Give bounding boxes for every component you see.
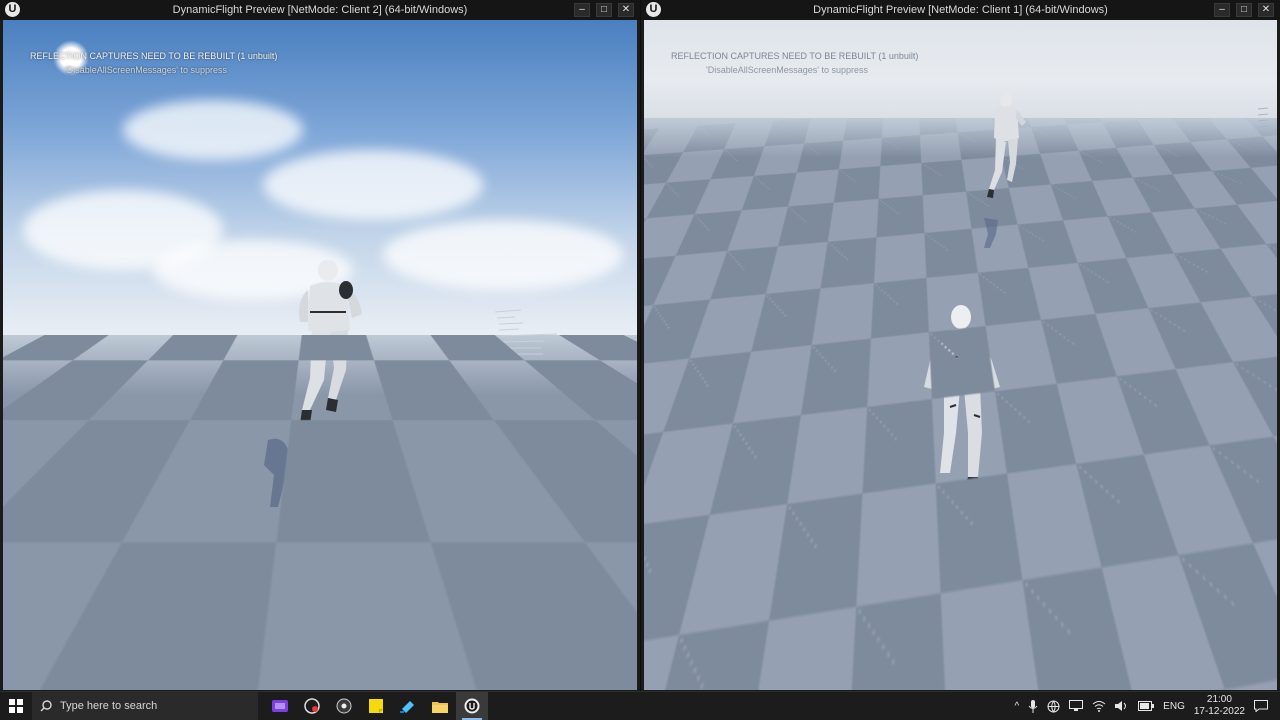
maximize-button[interactable]: □: [1236, 3, 1252, 17]
windows-taskbar: Type here to search ^ ENG 21:00 17-12-20…: [0, 691, 1280, 720]
warning-text: REFLECTION CAPTURES NEED TO BE REBUILT (…: [30, 49, 277, 63]
battery-icon[interactable]: [1138, 701, 1154, 711]
clock[interactable]: 21:00 17-12-2022: [1194, 694, 1245, 718]
sticky-notes-icon[interactable]: [360, 692, 392, 720]
game-viewport[interactable]: REFLECTION CAPTURES NEED TO BE REBUILT (…: [3, 20, 637, 690]
start-button[interactable]: [0, 692, 32, 720]
window-titlebar[interactable]: U DynamicFlight Preview [NetMode: Client…: [0, 0, 640, 20]
game-window-client-1[interactable]: U DynamicFlight Preview [NetMode: Client…: [641, 0, 1280, 692]
remote-character-shadow: [976, 216, 1006, 251]
maximize-button[interactable]: □: [596, 3, 612, 17]
notifications-icon[interactable]: [1254, 700, 1268, 712]
video-editor-icon[interactable]: [264, 692, 296, 720]
network-icon[interactable]: [1047, 700, 1060, 713]
clock-date: 17-12-2022: [1194, 706, 1245, 718]
media-player-icon[interactable]: [328, 692, 360, 720]
minimize-button[interactable]: –: [574, 3, 590, 17]
game-viewport[interactable]: REFLECTION CAPTURES NEED TO BE REBUILT (…: [644, 20, 1277, 690]
app-icon[interactable]: [392, 692, 424, 720]
chevron-up-icon[interactable]: ^: [1014, 701, 1019, 712]
warning-text: REFLECTION CAPTURES NEED TO BE REBUILT (…: [671, 49, 918, 63]
unreal-engine-taskbar-icon[interactable]: [456, 692, 488, 720]
volume-icon[interactable]: [1115, 700, 1129, 712]
reflection-warning: REFLECTION CAPTURES NEED TO BE REBUILT (…: [671, 49, 918, 77]
search-icon: [40, 700, 52, 712]
system-tray: ^ ENG 21:00 17-12-2022: [1014, 694, 1280, 718]
file-explorer-icon[interactable]: [424, 692, 456, 720]
display-icon[interactable]: [1069, 700, 1083, 712]
microphone-icon[interactable]: [1028, 700, 1038, 713]
close-button[interactable]: ✕: [618, 3, 634, 17]
warning-subtext: 'DisableAllScreenMessages' to suppress: [671, 63, 918, 77]
player-character: [288, 260, 368, 445]
floor-marker: [1256, 106, 1270, 132]
debug-text-overlay: [493, 308, 563, 358]
screen-recorder-icon[interactable]: [296, 692, 328, 720]
remote-player-character: [982, 92, 1030, 202]
warning-subtext: 'DisableAllScreenMessages' to suppress: [30, 63, 277, 77]
close-button[interactable]: ✕: [1258, 3, 1274, 17]
reflection-warning: REFLECTION CAPTURES NEED TO BE REBUILT (…: [30, 49, 277, 77]
wifi-icon[interactable]: [1092, 700, 1106, 712]
clock-time: 21:00: [1194, 694, 1245, 706]
window-title: DynamicFlight Preview [NetMode: Client 1…: [641, 4, 1280, 16]
game-window-client-2[interactable]: U DynamicFlight Preview [NetMode: Client…: [0, 0, 640, 692]
window-titlebar[interactable]: U DynamicFlight Preview [NetMode: Client…: [641, 0, 1280, 20]
taskbar-search[interactable]: Type here to search: [32, 692, 258, 720]
window-title: DynamicFlight Preview [NetMode: Client 2…: [0, 4, 640, 16]
character-shadow: [258, 435, 298, 510]
local-player-character: [916, 305, 1006, 485]
search-placeholder: Type here to search: [60, 700, 157, 712]
windows-logo-icon: [9, 699, 23, 713]
language-indicator[interactable]: ENG: [1163, 701, 1185, 712]
minimize-button[interactable]: –: [1214, 3, 1230, 17]
